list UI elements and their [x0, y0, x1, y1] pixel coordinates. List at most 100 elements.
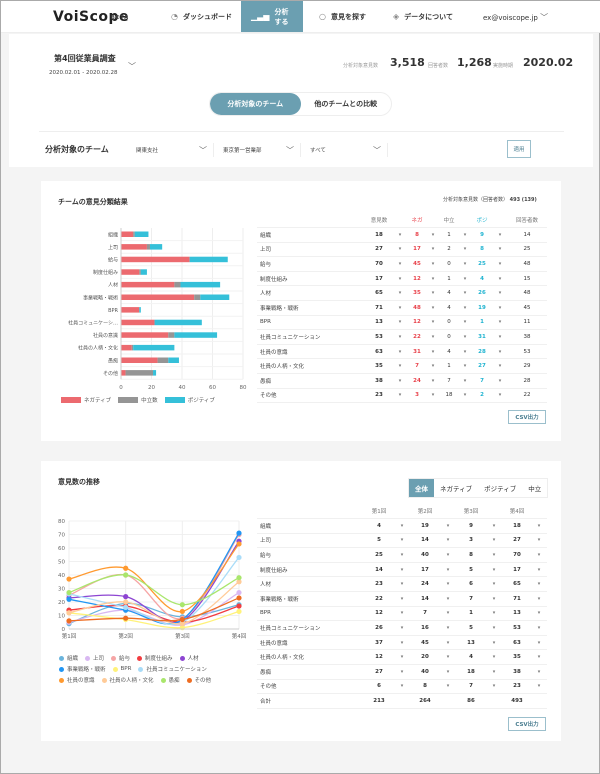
chevron-down-icon[interactable]: ▾: [427, 271, 439, 287]
bar-segment[interactable]: [121, 294, 195, 301]
bar-segment[interactable]: [174, 332, 218, 338]
chevron-down-icon[interactable]: ▾: [459, 285, 471, 302]
bar-segment[interactable]: [194, 294, 201, 301]
bar-segment[interactable]: [121, 269, 140, 275]
data-point[interactable]: [66, 618, 72, 624]
chevron-down-icon[interactable]: ▾: [531, 518, 547, 534]
legend-neutral[interactable]: 中立数: [118, 396, 158, 404]
chevron-down-icon[interactable]: ▾: [485, 649, 503, 666]
chevron-down-icon[interactable]: ▾: [393, 285, 407, 302]
chevron-down-icon[interactable]: ▾: [393, 256, 407, 272]
nav-dashboard[interactable]: ◔ ダッシュボード: [161, 1, 242, 32]
tab-neutral[interactable]: 中立: [522, 479, 547, 497]
chevron-down-icon[interactable]: ▾: [485, 547, 503, 563]
data-point[interactable]: [123, 615, 129, 621]
chevron-down-icon[interactable]: ▾: [439, 635, 457, 651]
chevron-down-icon[interactable]: ▾: [493, 344, 507, 360]
bar-segment[interactable]: [200, 294, 230, 301]
chevron-down-icon[interactable]: ▾: [427, 358, 439, 375]
legend-item[interactable]: 組織: [59, 654, 78, 662]
chevron-down-icon[interactable]: ▾: [531, 649, 547, 666]
chevron-down-icon[interactable]: ▾: [493, 388, 507, 404]
apply-button[interactable]: 適用: [507, 140, 531, 158]
bar-segment[interactable]: [131, 344, 134, 351]
bar-segment[interactable]: [121, 332, 169, 338]
chevron-down-icon[interactable]: ▾: [459, 373, 471, 389]
department-select[interactable]: 東京第一営業部 ﹀: [223, 143, 301, 157]
chevron-down-icon[interactable]: ▾: [493, 373, 507, 389]
chevron-down-icon[interactable]: ▾: [485, 533, 503, 549]
tab-all[interactable]: 全体: [409, 479, 434, 497]
chevron-down-icon[interactable]: ▾: [427, 285, 439, 302]
chevron-down-icon[interactable]: ▾: [459, 358, 471, 375]
bar-segment[interactable]: [139, 269, 141, 275]
chevron-down-icon[interactable]: ▾: [531, 664, 547, 680]
chevron-down-icon[interactable]: ▾: [439, 533, 457, 549]
chevron-down-icon[interactable]: ▾: [439, 547, 457, 563]
chevron-down-icon[interactable]: ▾: [439, 576, 457, 593]
user-menu[interactable]: ex@voiscope.jp ﹀: [483, 12, 548, 23]
bar-segment[interactable]: [121, 244, 147, 250]
data-point[interactable]: [123, 594, 129, 600]
bar-segment[interactable]: [121, 344, 132, 351]
bar-segment[interactable]: [146, 244, 150, 250]
survey-title[interactable]: 第4回従業員調査: [54, 53, 116, 64]
chevron-down-icon[interactable]: ▾: [393, 562, 411, 578]
bar-segment[interactable]: [189, 256, 228, 263]
nav-analyze[interactable]: ▁▃▅ 分析する: [241, 1, 303, 32]
data-point[interactable]: [66, 596, 72, 602]
chevron-down-icon[interactable]: ﹀: [128, 61, 136, 72]
chevron-down-icon[interactable]: ▾: [493, 271, 507, 287]
bar-segment[interactable]: [153, 370, 157, 376]
bar-segment[interactable]: [134, 231, 149, 238]
chevron-down-icon[interactable]: ▾: [485, 620, 503, 636]
bar-segment[interactable]: [121, 319, 155, 326]
data-point[interactable]: [179, 608, 185, 615]
bar-segment[interactable]: [121, 256, 190, 263]
data-point[interactable]: [123, 599, 129, 605]
chevron-down-icon[interactable]: ▾: [485, 562, 503, 578]
chevron-down-icon[interactable]: ▾: [393, 271, 407, 287]
data-point[interactable]: [66, 576, 72, 582]
chevron-down-icon[interactable]: ▾: [393, 620, 411, 636]
chevron-down-icon[interactable]: ▾: [493, 300, 507, 316]
chevron-down-icon[interactable]: ▾: [459, 300, 471, 316]
chevron-down-icon[interactable]: ▾: [531, 562, 547, 578]
chevron-down-icon[interactable]: ▾: [393, 679, 411, 695]
chevron-down-icon[interactable]: ▾: [493, 256, 507, 272]
nav-search-opinions[interactable]: ○ 意見を探す: [309, 1, 376, 32]
bar-segment[interactable]: [125, 370, 154, 376]
chevron-down-icon[interactable]: ▾: [393, 649, 411, 666]
chevron-down-icon[interactable]: ▾: [531, 547, 547, 563]
chevron-down-icon[interactable]: ▾: [493, 227, 507, 243]
bar-segment[interactable]: [139, 307, 141, 313]
chevron-down-icon[interactable]: ▾: [439, 649, 457, 666]
chevron-down-icon[interactable]: ▾: [493, 329, 507, 345]
bar-segment[interactable]: [154, 319, 202, 326]
chevron-down-icon[interactable]: ▾: [393, 242, 407, 258]
chevron-down-icon[interactable]: ▾: [427, 256, 439, 272]
legend-item[interactable]: 制度仕組み: [137, 654, 173, 662]
data-point[interactable]: [236, 608, 242, 615]
chevron-down-icon[interactable]: ▾: [439, 679, 457, 695]
data-point[interactable]: [236, 603, 242, 609]
chevron-down-icon[interactable]: ▾: [439, 518, 457, 534]
legend-item[interactable]: その他: [186, 676, 211, 684]
bar-segment[interactable]: [180, 281, 221, 288]
data-point[interactable]: [66, 610, 72, 616]
legend-negative[interactable]: ネガティブ: [61, 396, 111, 404]
data-point[interactable]: [123, 572, 129, 578]
chevron-down-icon[interactable]: ▾: [427, 227, 439, 243]
data-point[interactable]: [123, 565, 129, 571]
toggle-own-team[interactable]: 分析対象のチーム: [210, 93, 301, 115]
chevron-down-icon[interactable]: ▾: [393, 373, 407, 389]
bar-segment[interactable]: [121, 281, 175, 288]
csv-export-button[interactable]: CSV出力: [508, 717, 546, 731]
chevron-down-icon[interactable]: ▾: [531, 635, 547, 651]
chevron-down-icon[interactable]: ▾: [393, 358, 407, 375]
chevron-down-icon[interactable]: ▾: [393, 315, 407, 331]
chevron-down-icon[interactable]: ▾: [393, 388, 407, 404]
chevron-down-icon[interactable]: ▾: [393, 547, 411, 563]
nav-about-data[interactable]: ◈ データについて: [383, 1, 463, 32]
chevron-down-icon[interactable]: ▾: [439, 562, 457, 578]
